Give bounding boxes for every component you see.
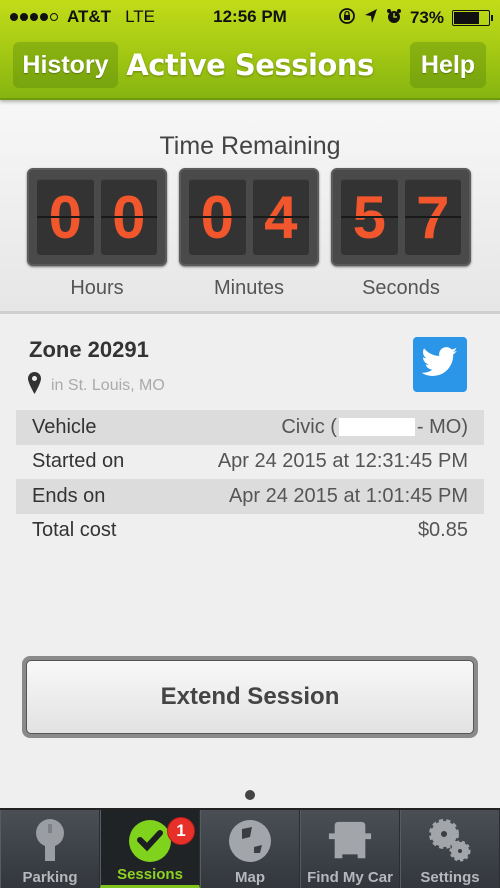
sessions-badge: 1 — [167, 817, 195, 845]
table-row: Vehicle Civic ( - MO) — [16, 410, 484, 445]
row-label: Started on — [32, 450, 125, 473]
session-details-table: Vehicle Civic ( - MO) Started on Apr 24 2… — [16, 410, 484, 548]
table-row: Total cost $0.85 — [16, 514, 484, 549]
tab-parking[interactable]: Parking — [0, 810, 100, 888]
extend-session-label: Extend Session — [26, 660, 474, 734]
tab-find-my-car[interactable]: Find My Car — [300, 810, 400, 888]
globe-icon — [227, 818, 273, 864]
parking-meter-icon — [27, 818, 73, 864]
flip-digit: 7 — [404, 179, 461, 255]
location-text: in St. Louis, MO — [51, 376, 165, 394]
tab-map[interactable]: Map — [200, 810, 300, 888]
table-row: Started on Apr 24 2015 at 12:31:45 PM — [16, 445, 484, 480]
vehicle-model: Civic ( — [281, 415, 337, 438]
twitter-share-button[interactable] — [413, 337, 467, 392]
row-value: Apr 24 2015 at 12:31:45 PM — [217, 450, 468, 473]
tab-settings[interactable]: Settings — [400, 810, 500, 888]
extend-session-button[interactable]: Extend Session — [22, 656, 478, 738]
flip-digit: 0 — [189, 179, 246, 255]
row-value: Apr 24 2015 at 1:01:45 PM — [228, 484, 468, 507]
hours-label: Hours — [70, 277, 124, 299]
vehicle-value: Civic ( - MO) — [281, 416, 468, 439]
minutes-display: 0 4 — [179, 168, 319, 266]
flip-digit: 5 — [341, 179, 398, 255]
tab-label: Parking — [22, 869, 78, 886]
flip-digit: 0 — [37, 179, 94, 255]
seconds-label: Seconds — [362, 277, 440, 299]
minutes-label: Minutes — [213, 277, 285, 299]
alarm-icon — [386, 8, 402, 28]
seconds-display: 5 7 — [331, 168, 471, 266]
twitter-icon — [421, 347, 458, 382]
zone-title: Zone 20291 — [29, 337, 149, 362]
timer-title: Time Remaining — [159, 132, 341, 160]
page-indicator-dot[interactable] — [245, 790, 255, 800]
gears-icon — [427, 818, 473, 864]
tab-label: Find My Car — [307, 869, 393, 886]
row-label: Vehicle — [32, 415, 97, 438]
tab-label: Map — [235, 869, 265, 886]
redacted-plate — [338, 418, 415, 437]
tab-bar: Parking 1 Sessions Map Find My Car Setti… — [0, 808, 500, 888]
row-value: $0.85 — [417, 519, 468, 542]
hours-display: 0 0 — [27, 168, 167, 266]
location-arrow-icon — [364, 8, 378, 28]
battery-icon — [452, 10, 493, 26]
help-button[interactable]: Help — [410, 42, 486, 88]
flip-digit: 4 — [252, 179, 309, 255]
rotation-lock-icon — [338, 7, 356, 29]
status-bar: AT&T LTE 12:56 PM 73% — [0, 0, 500, 36]
tab-label: Sessions — [117, 866, 183, 883]
map-pin-icon — [28, 372, 41, 399]
tab-sessions[interactable]: 1 Sessions — [100, 810, 200, 888]
flip-digit: 0 — [100, 179, 157, 255]
row-label: Total cost — [32, 519, 117, 542]
row-label: Ends on — [32, 484, 106, 507]
zone-location: in St. Louis, MO — [28, 372, 165, 399]
tab-label: Settings — [420, 869, 480, 886]
battery-percent: 73% — [409, 8, 444, 27]
vehicle-state: - MO) — [416, 415, 468, 438]
header: AT&T LTE 12:56 PM 73% History Active Ses… — [0, 0, 500, 100]
car-icon — [327, 818, 373, 864]
sessions-check-icon — [127, 818, 173, 864]
table-row: Ends on Apr 24 2015 at 1:01:45 PM — [16, 479, 484, 514]
